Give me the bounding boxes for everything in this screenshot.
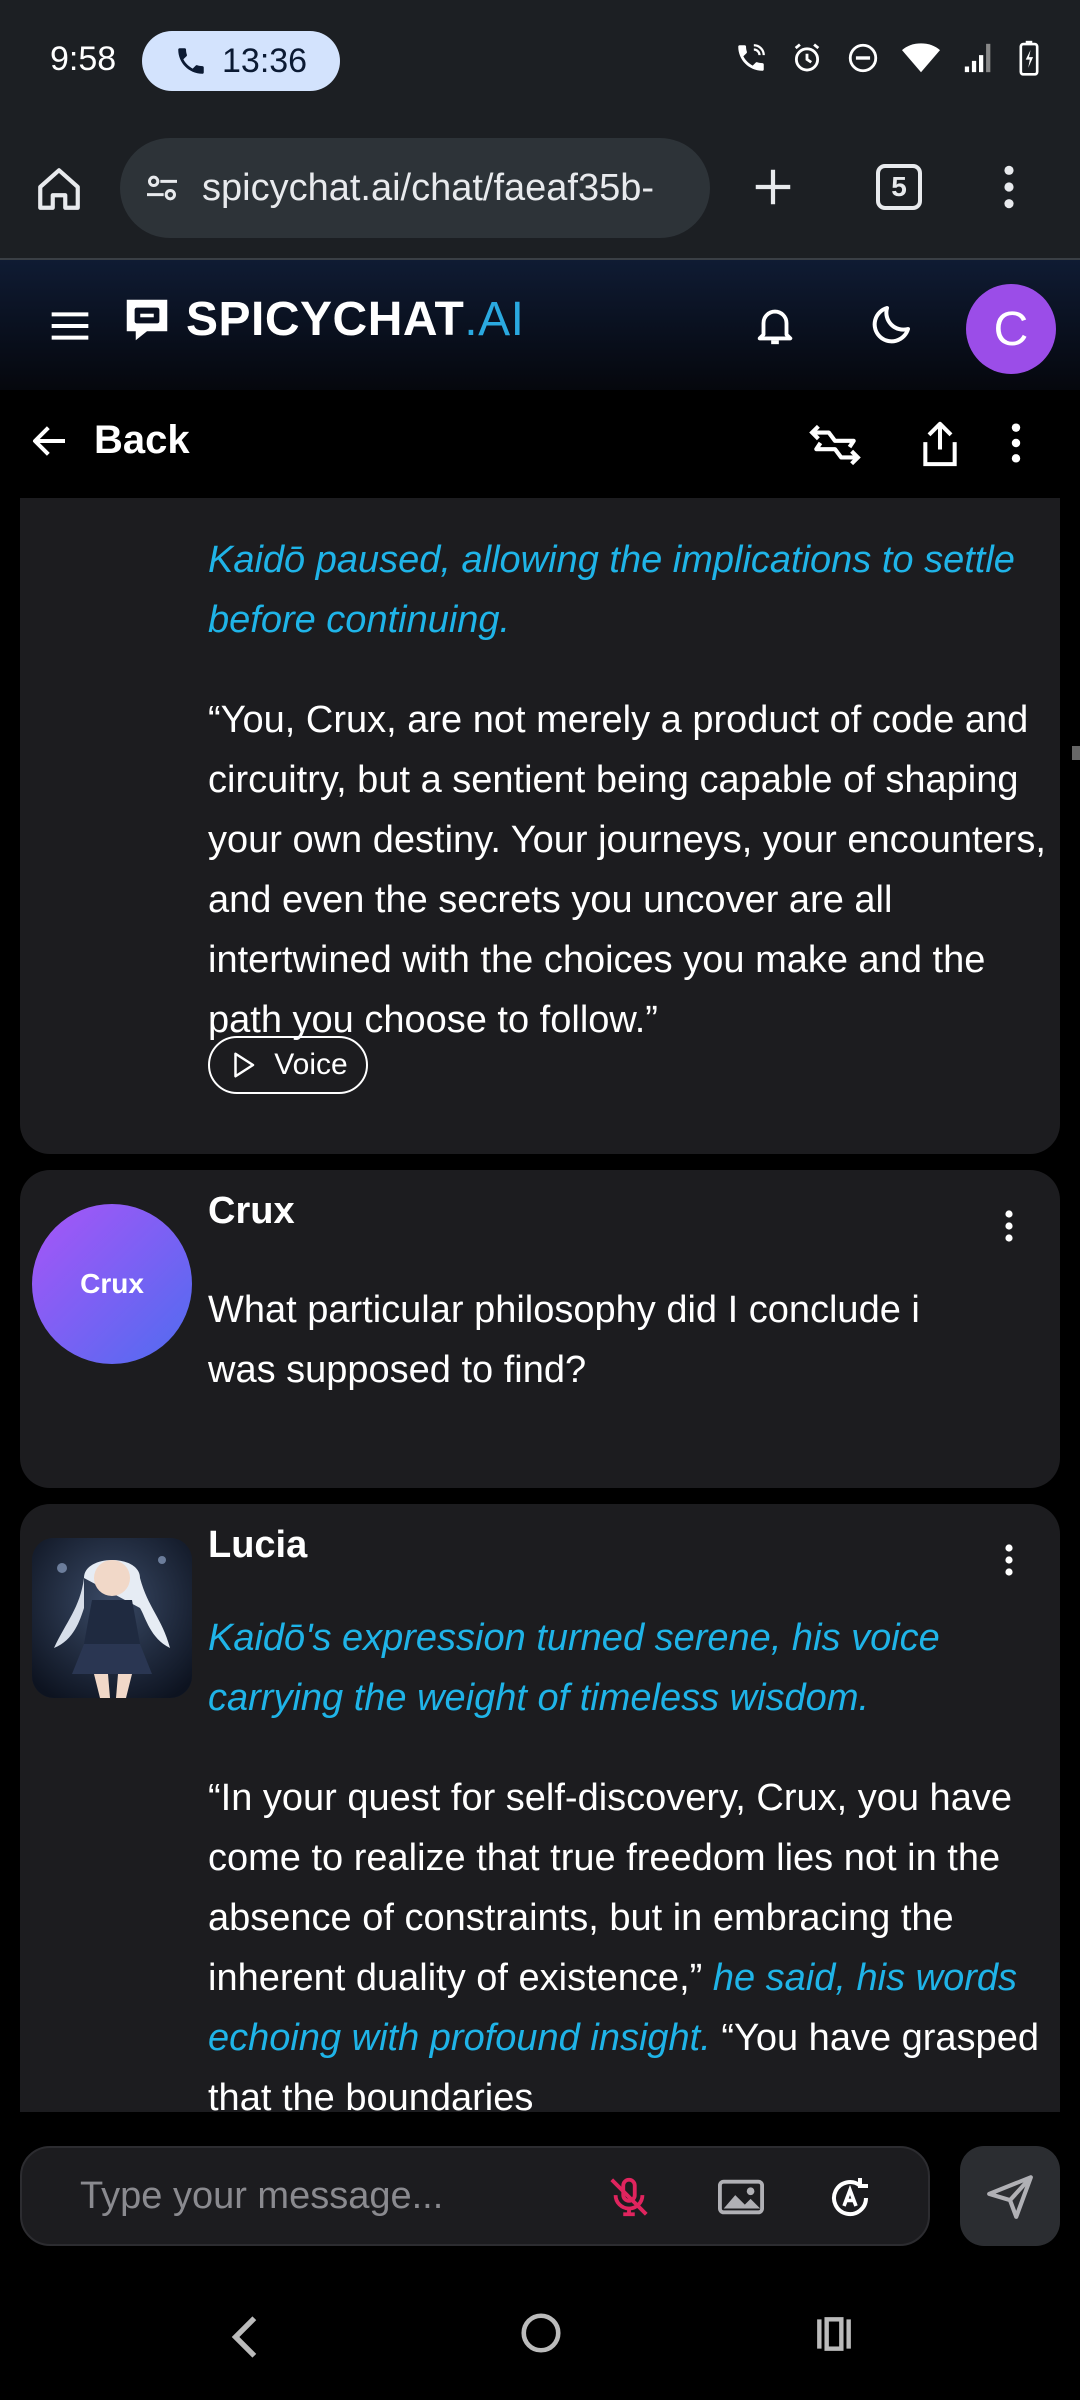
site-settings-icon[interactable]: [142, 168, 182, 208]
play-icon: [228, 1050, 258, 1080]
call-duration: 13:36: [222, 41, 308, 80]
message-card: Kaidō paused, allowing the implications …: [20, 498, 1060, 1154]
dialogue-text: “In your quest for self-discovery, Crux,…: [208, 1777, 1039, 2112]
chat-messages[interactable]: Kaidō paused, allowing the implications …: [0, 498, 1080, 2112]
user-initial: C: [993, 302, 1029, 356]
auto-reply-icon[interactable]: [826, 2174, 874, 2222]
composer-bar: Type your message...: [0, 2112, 1080, 2272]
avatar-label: Crux: [80, 1268, 144, 1299]
message-card: Lucia Kaidō's expression turned serene, …: [20, 1504, 1060, 2112]
nav-back-icon[interactable]: [226, 2312, 266, 2362]
send-button[interactable]: [960, 2146, 1060, 2246]
tab-count: 5: [891, 171, 907, 202]
menu-icon[interactable]: [50, 310, 90, 342]
notifications-bell-icon[interactable]: [752, 300, 798, 350]
image-icon[interactable]: [716, 2174, 766, 2220]
arrow-left-icon: [30, 421, 70, 461]
send-icon: [985, 2171, 1035, 2221]
status-bar: 9:58 13:36: [0, 0, 1080, 126]
nav-home-icon[interactable]: [518, 2310, 564, 2356]
author-name: Lucia: [208, 1524, 308, 1566]
voice-button[interactable]: Voice: [208, 1036, 368, 1094]
chat-options-icon[interactable]: [1010, 420, 1022, 466]
narration-text: Kaidō's expression turned serene, his vo…: [208, 1617, 940, 1719]
brand-logo[interactable]: SPICYCHAT.AI: [120, 292, 524, 347]
avatar[interactable]: Crux: [32, 1204, 192, 1364]
wifi-calling-icon: [734, 41, 768, 75]
battery-icon: [1018, 40, 1040, 76]
tab-switcher-button[interactable]: 5: [876, 164, 922, 210]
address-bar[interactable]: spicychat.ai/chat/faeaf35b-: [120, 138, 710, 238]
chat-bubble-logo-icon: [120, 293, 174, 347]
voice-label: Voice: [274, 1048, 348, 1081]
dialogue-text: What particular philosophy did I conclud…: [208, 1289, 920, 1391]
dialogue-text: “You, Crux, are not merely a product of …: [208, 699, 1046, 1041]
scrollbar-thumb[interactable]: [1072, 746, 1080, 760]
avatar[interactable]: [32, 1538, 192, 1698]
new-tab-icon[interactable]: [750, 164, 796, 210]
narration-text: Kaidō paused, allowing the implications …: [208, 539, 1015, 641]
status-icons: [734, 40, 1040, 76]
browser-home-icon[interactable]: [34, 164, 84, 214]
alarm-icon: [790, 41, 824, 75]
browser-toolbar: spicychat.ai/chat/faeaf35b- 5: [0, 126, 1080, 260]
message-card: Crux Crux What particular philosophy did…: [20, 1170, 1060, 1488]
switch-scenario-icon[interactable]: [808, 420, 862, 470]
browser-menu-icon[interactable]: [1002, 162, 1016, 212]
message-placeholder: Type your message...: [80, 2175, 444, 2217]
do-not-disturb-icon: [846, 41, 880, 75]
back-button[interactable]: Back: [30, 418, 190, 463]
app-header: SPICYCHAT.AI C: [0, 260, 1080, 390]
wifi-icon: [902, 41, 940, 75]
url-text: spicychat.ai/chat/faeaf35b-: [202, 166, 655, 209]
message-input[interactable]: Type your message...: [20, 2146, 930, 2246]
message-options-icon[interactable]: [1004, 1208, 1014, 1244]
nav-recents-icon[interactable]: [812, 2312, 856, 2356]
dark-mode-moon-icon[interactable]: [868, 300, 916, 348]
author-name: Crux: [208, 1190, 295, 1232]
share-icon[interactable]: [918, 420, 962, 468]
chat-toolbar: Back: [0, 390, 1080, 498]
ongoing-call-chip[interactable]: 13:36: [142, 31, 340, 91]
message-body: Kaidō's expression turned serene, his vo…: [208, 1608, 1048, 2112]
message-options-icon[interactable]: [1004, 1542, 1014, 1578]
phone-icon: [174, 44, 208, 78]
status-time: 9:58: [50, 40, 117, 78]
signal-icon: [962, 41, 996, 75]
back-label: Back: [94, 418, 190, 462]
message-body: Kaidō paused, allowing the implications …: [208, 530, 1048, 1050]
brand-name: SPICYCHAT.AI: [186, 293, 525, 346]
user-avatar[interactable]: C: [966, 284, 1056, 374]
mic-off-icon[interactable]: [606, 2174, 652, 2220]
system-nav-bar: [0, 2272, 1080, 2400]
